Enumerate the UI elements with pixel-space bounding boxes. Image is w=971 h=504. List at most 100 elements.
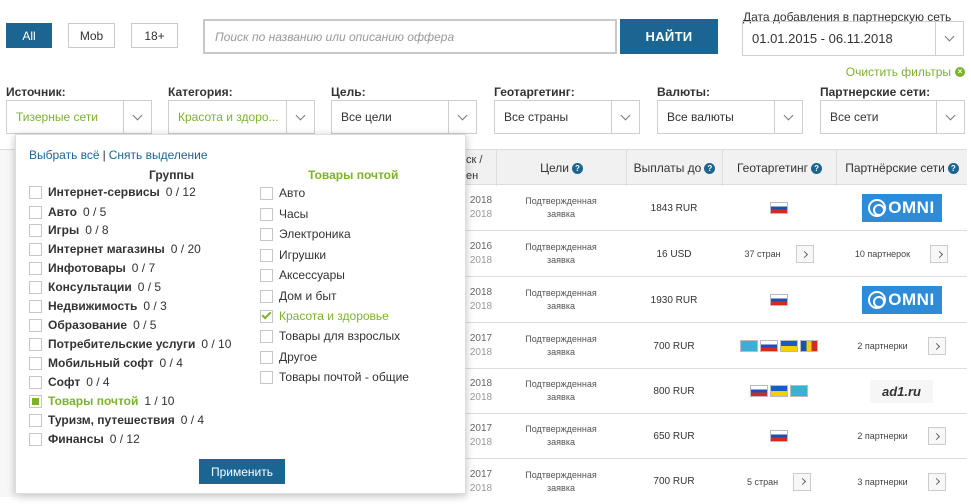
chevron-right-icon[interactable] xyxy=(927,337,946,355)
checkbox[interactable] xyxy=(29,242,42,256)
subcategory-item[interactable]: Товары почтой - общие xyxy=(260,367,409,387)
checkbox[interactable] xyxy=(29,299,42,313)
tab-mob[interactable]: Mob xyxy=(68,23,115,48)
chevron-right-icon[interactable] xyxy=(930,245,949,263)
checkbox[interactable] xyxy=(29,280,42,294)
group-item[interactable]: Потребительские услуги 0 / 10 xyxy=(29,334,231,354)
payout-cell: 700 RUR xyxy=(653,476,695,487)
chevron-right-icon[interactable] xyxy=(793,472,812,491)
goal-line1: Подтвержденная xyxy=(525,334,597,344)
checkbox[interactable] xyxy=(260,350,273,364)
chevron-right-icon[interactable] xyxy=(795,245,814,263)
clear-filters-link[interactable]: Очистить фильтры × xyxy=(846,65,965,79)
group-item[interactable]: Товары почтой 1 / 10 xyxy=(29,391,174,411)
geo-cell xyxy=(722,414,836,458)
chevron-right-icon[interactable] xyxy=(927,472,946,491)
group-item[interactable]: Интернет магазины 0 / 20 xyxy=(29,239,201,259)
chevron-right-icon[interactable] xyxy=(927,427,946,445)
checkbox[interactable] xyxy=(29,223,42,237)
network-cell[interactable]: OMNI xyxy=(836,278,967,322)
group-count: 0 / 4 xyxy=(86,375,110,389)
column-header-networks-label: Партнёрские сети xyxy=(845,161,945,175)
date-range-select[interactable]: 01.01.2015 - 06.11.2018 xyxy=(742,21,964,56)
group-item[interactable]: Финансы 0 / 12 xyxy=(29,429,140,449)
checkbox[interactable] xyxy=(29,432,42,446)
checkbox[interactable] xyxy=(260,268,273,282)
checkbox[interactable] xyxy=(260,207,273,221)
help-icon[interactable]: ? xyxy=(571,162,583,174)
geo-cell xyxy=(722,369,836,413)
category-select[interactable]: Красота и здоро... xyxy=(168,100,315,134)
group-item[interactable]: Инфотовары 0 / 7 xyxy=(29,258,155,278)
group-item[interactable]: Игры 0 / 8 xyxy=(29,220,109,240)
group-item[interactable]: Мобильный софт 0 / 4 xyxy=(29,353,183,373)
search-input[interactable]: Поиск по названию или описанию оффера xyxy=(203,19,617,54)
subcategory-item[interactable]: Электроника xyxy=(260,224,351,244)
table-row[interactable]: 2018 2018 Подтвержденная заявка 1843 RUR O… xyxy=(466,186,967,231)
checkbox[interactable] xyxy=(29,337,42,351)
subcategory-item[interactable]: Авто xyxy=(260,183,305,203)
geo-select[interactable]: Все страны xyxy=(494,100,640,134)
table-row[interactable]: 2018 2018 Подтвержденная заявка 1930 RUR O… xyxy=(466,278,967,323)
select-all-link[interactable]: Выбрать всё xyxy=(29,148,100,162)
help-icon[interactable]: ? xyxy=(811,162,823,174)
checkbox[interactable] xyxy=(260,248,273,262)
column-header-goals[interactable]: Цели? xyxy=(496,150,626,186)
table-row[interactable]: 2017 2018 Подтвержденная заявка 700 RUR 5 … xyxy=(466,459,967,504)
table-row[interactable]: 2018 2018 Подтвержденная заявка 800 RUR ad… xyxy=(466,369,967,414)
checkbox[interactable] xyxy=(29,261,42,275)
checkbox[interactable] xyxy=(260,186,273,200)
group-item[interactable]: Интернет-сервисы 0 / 12 xyxy=(29,182,196,202)
checkbox-partial[interactable] xyxy=(29,394,42,408)
search-button[interactable]: НАЙТИ xyxy=(620,19,718,54)
goal-select[interactable]: Все цели xyxy=(331,100,477,134)
subcategory-item[interactable]: Дом и быт xyxy=(260,286,337,306)
group-item[interactable]: Авто 0 / 5 xyxy=(29,202,106,222)
checkbox[interactable] xyxy=(29,356,42,370)
checkbox[interactable] xyxy=(260,227,273,241)
network-count: 2 партнерки xyxy=(857,341,908,351)
column-header-payouts[interactable]: Выплаты до? xyxy=(626,150,722,186)
checkbox[interactable] xyxy=(29,205,42,219)
networks-select[interactable]: Все сети xyxy=(820,100,965,134)
subcategory-item[interactable]: Другое xyxy=(260,347,317,367)
deselect-all-link[interactable]: Снять выделение xyxy=(109,148,208,162)
apply-button[interactable]: Применить xyxy=(199,459,285,484)
table-row[interactable]: 2017 2018 Подтвержденная заявка 700 RUR 2 … xyxy=(466,324,967,369)
subcategory-item[interactable]: Игрушки xyxy=(260,245,326,265)
column-header-geo[interactable]: Геотаргетинг? xyxy=(722,150,836,186)
omni-logo-text: OMNI xyxy=(888,290,935,309)
group-item[interactable]: Недвижимость 0 / 3 xyxy=(29,296,167,316)
column-header-networks[interactable]: Партнёрские сети? xyxy=(836,150,967,186)
group-item[interactable]: Консультации 0 / 5 xyxy=(29,277,161,297)
group-item[interactable]: Образование 0 / 5 xyxy=(29,315,156,335)
filter-networks-label: Партнерские сети: xyxy=(820,85,931,99)
subcategory-item[interactable]: Аксессуары xyxy=(260,265,345,285)
checkbox[interactable] xyxy=(29,185,42,199)
table-row[interactable]: 2016 2018 Подтвержденная заявка 16 USD 37 … xyxy=(466,232,967,277)
subcategory-item[interactable]: Товары для взрослых xyxy=(260,326,400,346)
checkbox[interactable] xyxy=(29,375,42,389)
source-select[interactable]: Тизерные сети xyxy=(6,100,152,134)
tab-all[interactable]: All xyxy=(6,23,52,48)
subcategory-item[interactable]: Часы xyxy=(260,204,308,224)
group-name: Товары почтой xyxy=(48,394,139,408)
table-row[interactable]: 2017 2018 Подтвержденная заявка 650 RUR 2 … xyxy=(466,414,967,459)
checkbox[interactable] xyxy=(260,289,273,303)
network-cell[interactable]: ad1.ru xyxy=(836,369,967,413)
russia-flag-icon xyxy=(750,385,768,397)
help-icon[interactable]: ? xyxy=(947,162,959,174)
network-cell[interactable]: OMNI xyxy=(836,186,967,230)
kazakhstan-flag-icon xyxy=(790,385,808,397)
subcategory-item[interactable]: Красота и здоровье xyxy=(260,306,389,326)
currency-select[interactable]: Все валюты xyxy=(657,100,803,134)
checkbox[interactable] xyxy=(29,413,42,427)
checkbox[interactable] xyxy=(260,329,273,343)
checkbox[interactable] xyxy=(29,318,42,332)
group-item[interactable]: Туризм, путешествия 0 / 4 xyxy=(29,410,204,430)
group-item[interactable]: Софт 0 / 4 xyxy=(29,372,110,392)
tab-adult[interactable]: 18+ xyxy=(131,23,178,48)
help-icon[interactable]: ? xyxy=(704,162,716,174)
checkbox-checked[interactable] xyxy=(260,309,273,323)
checkbox[interactable] xyxy=(260,370,273,384)
